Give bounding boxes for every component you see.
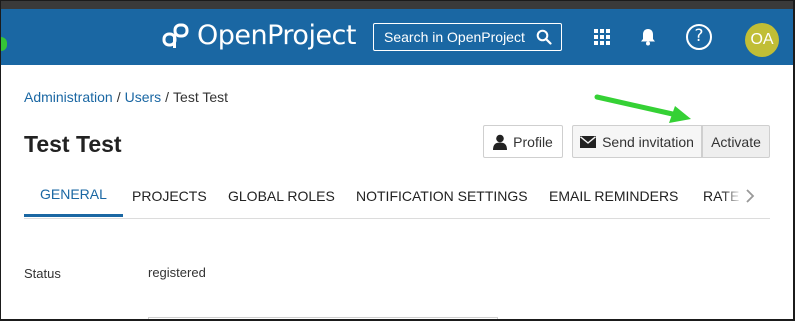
tab-email-reminders-label: EMAIL REMINDERS bbox=[549, 187, 679, 204]
search-placeholder: Search in OpenProject bbox=[384, 29, 525, 45]
tab-notification-settings-label: NOTIFICATION SETTINGS bbox=[356, 187, 528, 204]
annotation-arrow-icon bbox=[594, 94, 691, 123]
openproject-logo[interactable]: OpenProject bbox=[161, 20, 357, 51]
profile-button-label: Profile bbox=[513, 133, 553, 150]
status-label: Status bbox=[24, 266, 61, 281]
next-input-field[interactable] bbox=[148, 317, 498, 319]
browser-top-strip bbox=[1, 1, 793, 9]
tab-general-label: GENERAL bbox=[40, 186, 107, 202]
tab-projects[interactable]: PROJECTS bbox=[132, 174, 207, 217]
search-input[interactable]: Search in OpenProject bbox=[373, 23, 562, 51]
breadcrumb: Administration / Users / Test Test bbox=[24, 89, 228, 105]
breadcrumb-separator: / bbox=[165, 89, 170, 105]
breadcrumb-administration[interactable]: Administration bbox=[24, 89, 113, 105]
app-window: OpenProject Search in OpenProject ? OA A… bbox=[0, 0, 795, 321]
search-icon[interactable] bbox=[536, 29, 552, 45]
tab-bar: GENERAL PROJECTS GLOBAL ROLES NOTIFICATI… bbox=[24, 174, 770, 219]
status-value: registered bbox=[148, 265, 206, 280]
activate-button-label: Activate bbox=[711, 133, 761, 150]
bell-icon[interactable] bbox=[636, 25, 660, 49]
breadcrumb-separator: / bbox=[116, 89, 121, 105]
page-title: Test Test bbox=[24, 131, 122, 157]
top-header: OpenProject Search in OpenProject ? OA bbox=[1, 9, 793, 65]
user-icon bbox=[493, 134, 508, 150]
tab-projects-label: PROJECTS bbox=[132, 187, 207, 204]
tab-overflow-fade bbox=[722, 174, 742, 217]
logo-text: OpenProject bbox=[197, 20, 357, 51]
openproject-logo-icon bbox=[162, 23, 189, 48]
profile-button[interactable]: Profile bbox=[483, 125, 563, 158]
tab-global-roles-label: GLOBAL ROLES bbox=[228, 187, 335, 204]
breadcrumb-users[interactable]: Users bbox=[125, 89, 162, 105]
tab-email-reminders[interactable]: EMAIL REMINDERS bbox=[549, 174, 678, 217]
send-invitation-label: Send invitation bbox=[602, 133, 694, 150]
user-avatar[interactable]: OA bbox=[745, 23, 779, 57]
tab-general[interactable]: GENERAL bbox=[24, 174, 123, 217]
status-dot bbox=[1, 37, 7, 51]
envelope-icon bbox=[580, 135, 597, 148]
tab-notification-settings[interactable]: NOTIFICATION SETTINGS bbox=[356, 174, 528, 217]
chevron-right-icon[interactable] bbox=[742, 185, 758, 207]
activate-button[interactable]: Activate bbox=[702, 125, 770, 158]
help-icon[interactable]: ? bbox=[685, 23, 713, 51]
modules-grid-icon[interactable] bbox=[590, 25, 614, 49]
help-icon-glyph: ? bbox=[694, 26, 704, 46]
tab-global-roles[interactable]: GLOBAL ROLES bbox=[228, 174, 335, 217]
send-invitation-button[interactable]: Send invitation bbox=[572, 125, 702, 158]
breadcrumb-current: Test Test bbox=[173, 89, 229, 105]
